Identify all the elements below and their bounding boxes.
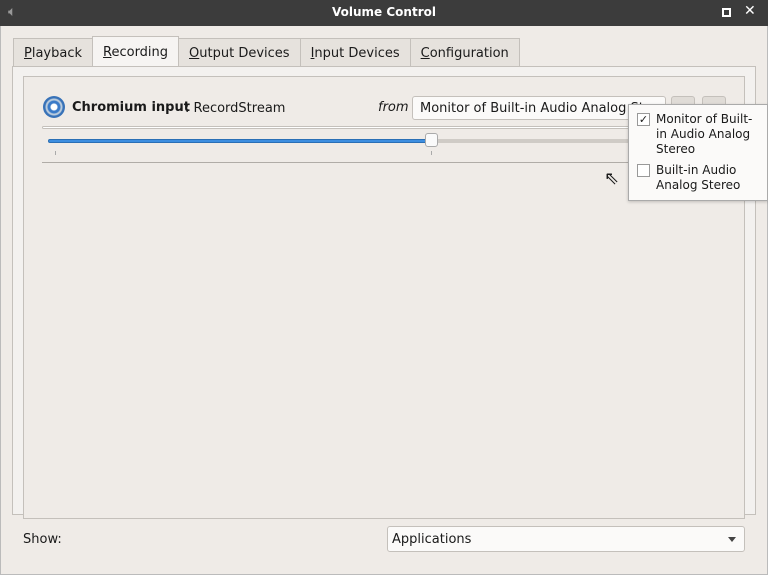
tick-mark xyxy=(431,151,432,155)
menu-item-label: Monitor of Built-in Audio Analog Stereo xyxy=(656,112,753,156)
tab-mnemonic: O xyxy=(189,46,200,61)
tab-label: layback xyxy=(31,46,83,61)
tab-bar: Playback Recording Output Devices Input … xyxy=(13,36,520,66)
window-title: Volume Control xyxy=(332,5,436,19)
stream-app-name: Chromium input xyxy=(72,100,190,115)
menu-item-builtin[interactable]: Built-in Audio Analog Stereo xyxy=(637,160,763,196)
show-value: Applications xyxy=(392,532,472,547)
tab-output-devices[interactable]: Output Devices xyxy=(178,38,301,66)
menu-item-label: Built-in Audio Analog Stereo xyxy=(656,163,741,192)
tab-label: onfiguration xyxy=(429,46,509,61)
volume-slider[interactable] xyxy=(48,139,728,143)
tab-playback[interactable]: Playback xyxy=(13,38,94,66)
tab-label: nput Devices xyxy=(314,46,400,61)
volume-fill xyxy=(48,139,431,143)
checkbox-checked-icon: ✓ xyxy=(637,113,650,126)
show-select[interactable]: Applications xyxy=(387,526,745,552)
close-button[interactable]: ✕ xyxy=(744,3,756,19)
menu-item-monitor[interactable]: ✓ Monitor of Built-in Audio Analog Stereo xyxy=(637,109,763,160)
tab-input-devices[interactable]: Input Devices xyxy=(299,38,411,66)
volume-slider-handle[interactable] xyxy=(425,133,438,147)
tab-recording[interactable]: Recording xyxy=(92,36,180,66)
chevron-down-icon xyxy=(728,537,736,546)
tab-mnemonic: P xyxy=(24,46,32,61)
separator xyxy=(42,162,726,163)
maximize-button[interactable] xyxy=(722,8,731,17)
peak-meter xyxy=(42,126,682,129)
tab-label: utput Devices xyxy=(199,46,290,61)
mouse-cursor-icon: ⇖ xyxy=(604,168,620,189)
stream-name: : RecordStream xyxy=(185,101,286,116)
chromium-icon xyxy=(43,96,65,118)
title-bar: 🔈︎ Volume Control ✕ xyxy=(0,0,768,26)
checkbox-icon xyxy=(637,164,650,177)
tick-mark xyxy=(55,151,56,155)
tab-mnemonic: C xyxy=(420,46,430,61)
source-dropdown-menu: ✓ Monitor of Built-in Audio Analog Stereo… xyxy=(628,104,768,201)
tab-configuration[interactable]: Configuration xyxy=(409,38,520,66)
from-label: from xyxy=(378,100,409,115)
show-label: Show: xyxy=(23,532,62,547)
tab-label: ecording xyxy=(111,45,169,60)
